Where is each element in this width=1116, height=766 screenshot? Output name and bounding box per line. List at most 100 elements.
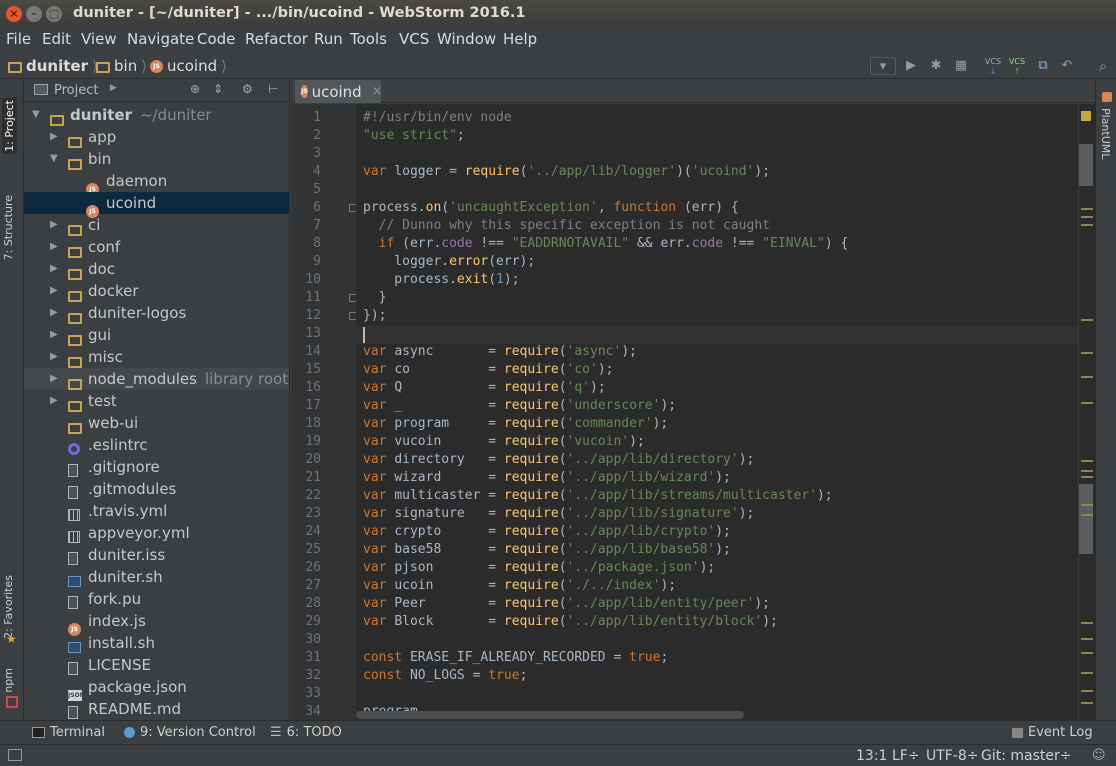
tree-row[interactable]: ▶ ci	[24, 214, 289, 236]
vcs-update-icon[interactable]: VCS ↓	[984, 57, 1002, 76]
menu-view[interactable]: View	[81, 30, 117, 48]
tab-plantuml[interactable]: PlantUML	[1099, 108, 1112, 159]
tree-row[interactable]: ▶ doc	[24, 258, 289, 280]
chevron-right-icon[interactable]: ▶	[50, 126, 58, 148]
tree-row[interactable]: ▶ misc	[24, 346, 289, 368]
breadcrumb-ucoind[interactable]: JS ucoind ⟩	[150, 57, 227, 75]
menu-vcs[interactable]: VCS	[399, 30, 429, 48]
horizontal-scrollbar[interactable]	[356, 711, 744, 719]
tree-row[interactable]: duniter.iss	[24, 544, 289, 566]
tab-event-log[interactable]: Event Log	[1012, 725, 1093, 740]
tree-row[interactable]: .eslintrc	[24, 434, 289, 456]
stripe-mark[interactable]	[1081, 652, 1093, 654]
tree-row[interactable]: duniter.sh	[24, 566, 289, 588]
revert-icon[interactable]: ↶	[1058, 57, 1076, 75]
stripe-mark[interactable]	[1081, 460, 1093, 462]
line-separator[interactable]: LF÷	[892, 748, 920, 764]
chevron-right-icon[interactable]: ▶	[50, 302, 58, 324]
project-view-label[interactable]: Project	[54, 83, 98, 98]
file-encoding[interactable]: UTF-8÷	[926, 748, 979, 764]
tree-row[interactable]: ▶ docker	[24, 280, 289, 302]
toggle-tool-windows-icon[interactable]	[8, 749, 22, 761]
menu-help[interactable]: Help	[503, 30, 537, 48]
chevron-right-icon[interactable]: ▶	[50, 280, 58, 302]
tab-version-control[interactable]: 9: Version Control	[124, 725, 256, 740]
compare-icon[interactable]: ⧉	[1034, 57, 1052, 75]
inspector-icon[interactable]: ☺	[1092, 748, 1106, 763]
editor-tab-ucoind[interactable]: JS ucoind ×	[295, 80, 383, 103]
menu-run[interactable]: Run	[314, 30, 343, 48]
stripe-mark[interactable]	[1081, 224, 1093, 226]
menu-tools[interactable]: Tools	[350, 30, 387, 48]
stripe-mark[interactable]	[1081, 622, 1093, 624]
tree-row[interactable]: .gitmodules	[24, 478, 289, 500]
menu-file[interactable]: File	[6, 30, 31, 48]
stripe-mark[interactable]	[1081, 376, 1093, 378]
stripe-mark[interactable]	[1081, 216, 1093, 218]
stripe-mark[interactable]	[1081, 690, 1093, 692]
run-config-dropdown[interactable]: ▾	[870, 57, 896, 75]
tree-row[interactable]: .travis.yml	[24, 500, 289, 522]
window-maximize-button[interactable]: □	[46, 6, 62, 22]
close-tab-icon[interactable]: ×	[372, 84, 383, 99]
chevron-right-icon[interactable]: ▶	[50, 236, 58, 258]
tree-row[interactable]: ▶ gui	[24, 324, 289, 346]
tree-row[interactable]: JS daemon	[24, 170, 289, 196]
breadcrumb-duniter[interactable]: duniter ⟩	[8, 57, 98, 75]
chevron-right-icon[interactable]: ▶	[50, 368, 58, 390]
tab-todo[interactable]: ☰ 6: TODO	[270, 725, 342, 740]
tree-row[interactable]: ▶ duniter-logos	[24, 302, 289, 324]
tree-row[interactable]: ▶ test	[24, 390, 289, 412]
hide-panel-icon[interactable]: ⊢	[268, 82, 278, 96]
gear-icon[interactable]: ⚙	[242, 82, 253, 96]
error-stripe[interactable]	[1078, 104, 1095, 720]
window-close-button[interactable]: ×	[6, 6, 22, 22]
window-minimize-button[interactable]: –	[26, 6, 42, 22]
stripe-mark[interactable]	[1081, 638, 1093, 640]
stripe-mark[interactable]	[1081, 208, 1093, 210]
tree-row[interactable]: fork.pu	[24, 588, 289, 610]
chevron-right-icon[interactable]: ▶	[50, 390, 58, 412]
stripe-mark[interactable]	[1081, 514, 1093, 516]
stripe-mark[interactable]	[1081, 672, 1093, 674]
stripe-mark[interactable]	[1081, 476, 1093, 478]
tree-row[interactable]: ▼ bin	[24, 148, 289, 170]
tree-row[interactable]: web-ui	[24, 412, 289, 434]
menu-window[interactable]: Window	[437, 30, 496, 48]
tree-row[interactable]: README.md	[24, 698, 289, 720]
debug-icon[interactable]: ✱	[927, 57, 945, 75]
tree-row[interactable]: LICENSE	[24, 654, 289, 676]
tab-project[interactable]: 1: Project	[2, 98, 17, 154]
caret-position[interactable]: 13:1	[856, 748, 887, 764]
tree-row[interactable]: JSON package.json	[24, 676, 289, 701]
locate-file-icon[interactable]: ⊕	[190, 82, 200, 96]
stripe-mark[interactable]	[1081, 402, 1093, 404]
stripe-mark[interactable]	[1081, 504, 1093, 506]
tree-row[interactable]: install.sh	[24, 632, 289, 654]
stripe-mark[interactable]	[1081, 470, 1093, 472]
menu-edit[interactable]: Edit	[42, 30, 71, 48]
menu-code[interactable]: Code	[197, 30, 235, 48]
chevron-right-icon[interactable]: ▶	[50, 258, 58, 280]
run-icon[interactable]: ▶	[902, 57, 920, 75]
tab-npm[interactable]: npm	[2, 668, 15, 693]
tree-row[interactable]: JS index.js	[24, 610, 289, 636]
chevron-down-icon[interactable]: ▼	[32, 104, 40, 126]
vcs-commit-icon[interactable]: VCS ↑	[1008, 57, 1026, 76]
menu-navigate[interactable]: Navigate	[127, 30, 194, 48]
chevron-right-icon[interactable]: ▶	[110, 83, 117, 93]
tree-row[interactable]: appveyor.yml	[24, 522, 289, 544]
tab-structure[interactable]: 7: Structure	[2, 195, 15, 260]
search-icon[interactable]: ⌕	[1094, 57, 1112, 75]
tree-row[interactable]: ▶ app	[24, 126, 289, 148]
stripe-mark[interactable]	[1081, 352, 1093, 354]
chevron-right-icon[interactable]: ▶	[50, 214, 58, 236]
stripe-mark[interactable]	[1081, 319, 1093, 321]
collapse-all-icon[interactable]: ⇕	[213, 82, 223, 96]
menu-refactor[interactable]: Refactor	[245, 30, 308, 48]
vertical-scroll-thumb[interactable]	[1079, 144, 1093, 186]
chevron-right-icon[interactable]: ▶	[50, 346, 58, 368]
coverage-icon[interactable]: ▦	[952, 57, 970, 75]
tab-terminal[interactable]: Terminal	[32, 725, 105, 740]
chevron-down-icon[interactable]: ▼	[50, 148, 58, 170]
